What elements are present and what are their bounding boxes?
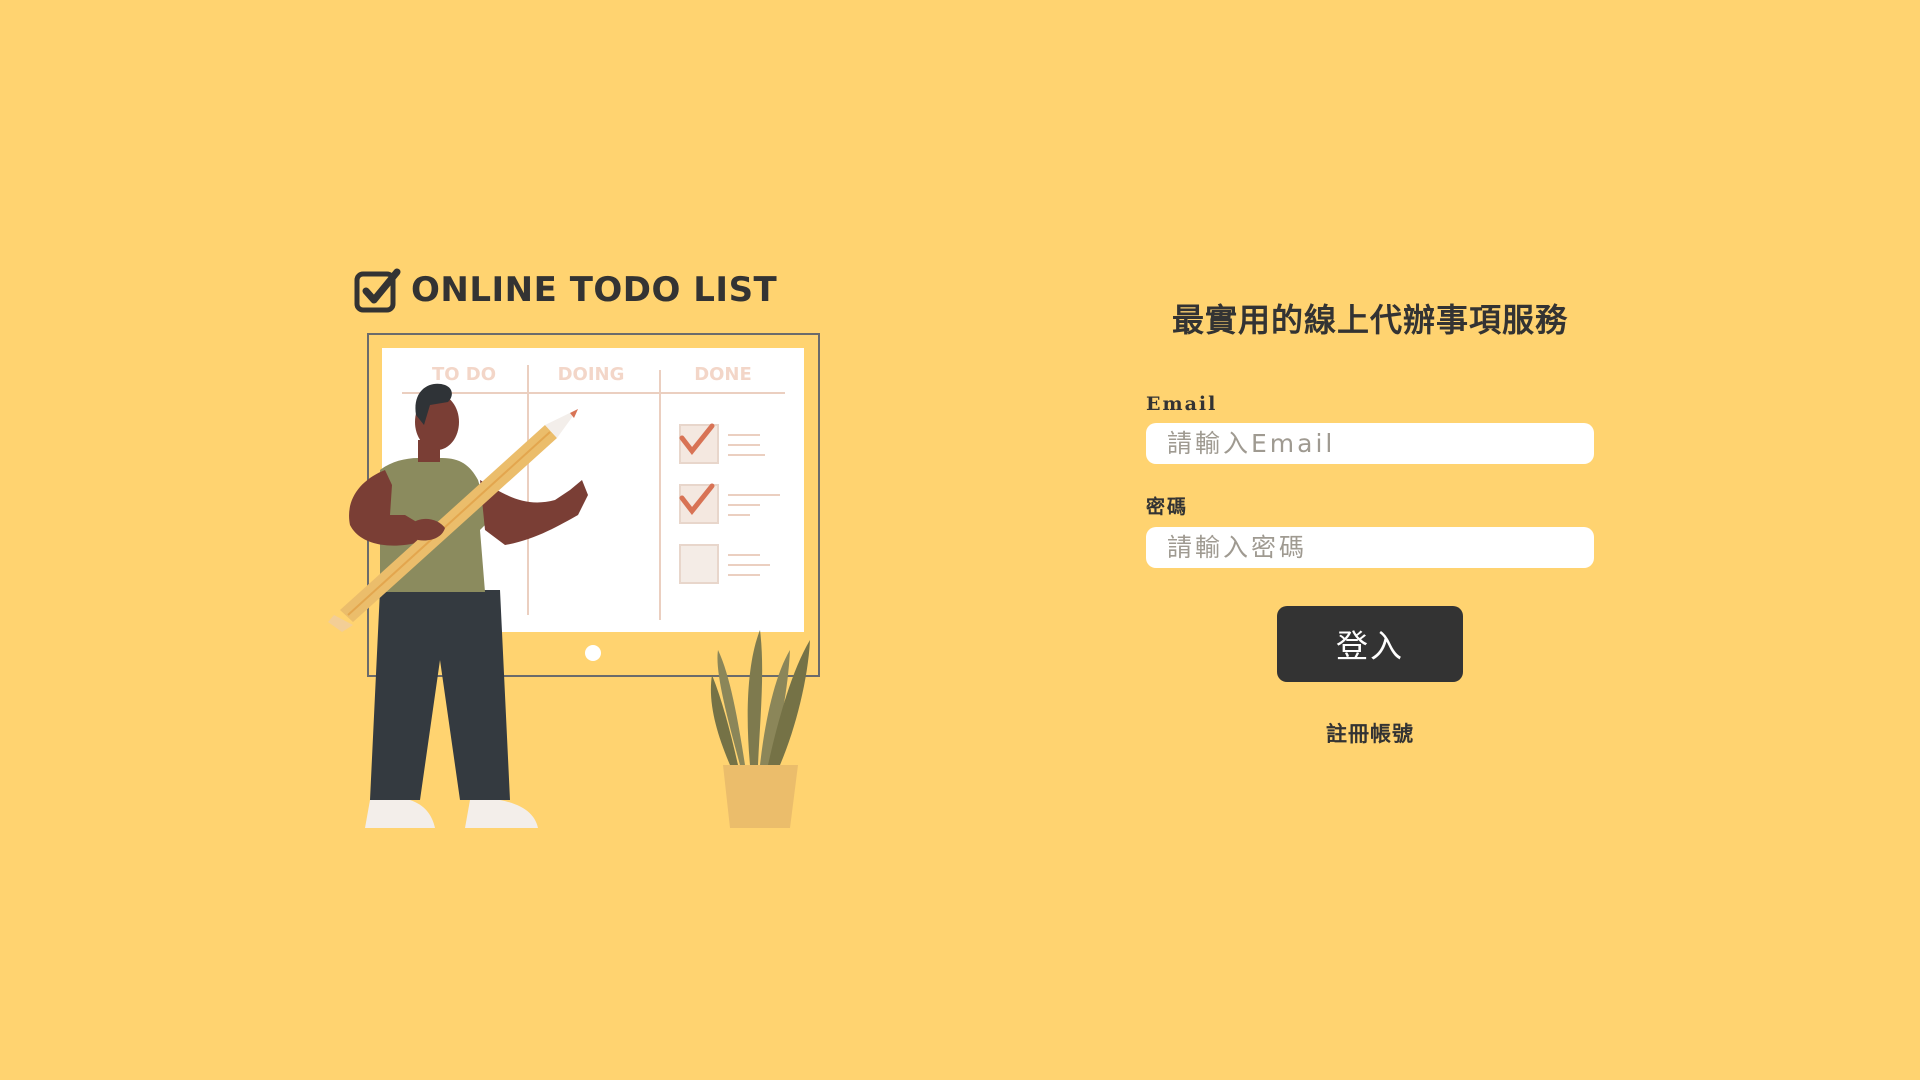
password-group: 密碼 [1146,492,1594,568]
email-label: Email [1146,393,1218,415]
potted-plant [710,630,810,828]
checkbox-icon [354,268,401,313]
email-input[interactable] [1146,423,1594,464]
email-group: Email [1146,393,1594,464]
login-button-row: 登入 [1146,606,1594,682]
brand-logo: ONLINE TODO LIST [353,266,777,314]
password-label: 密碼 [1146,496,1189,518]
board-column-todo: TO DO [432,364,496,385]
login-page: ONLINE TODO LIST TO DO DOING DONE 最實用的線上… [0,0,1920,1080]
login-panel: 最實用的線上代辦事項服務 Email 密碼 登入 註冊帳號 [1146,295,1594,748]
password-input[interactable] [1146,527,1594,568]
login-button[interactable]: 登入 [1277,606,1463,682]
board-column-doing: DOING [558,364,625,385]
board-dot [585,645,601,661]
page-headline: 最實用的線上代辦事項服務 [1171,301,1568,339]
register-link[interactable]: 註冊帳號 [1146,718,1594,748]
board-column-done: DONE [694,364,752,385]
brand-title: ONLINE TODO LIST [411,270,778,310]
todo-board-illustration: TO DO DOING DONE [328,333,820,828]
